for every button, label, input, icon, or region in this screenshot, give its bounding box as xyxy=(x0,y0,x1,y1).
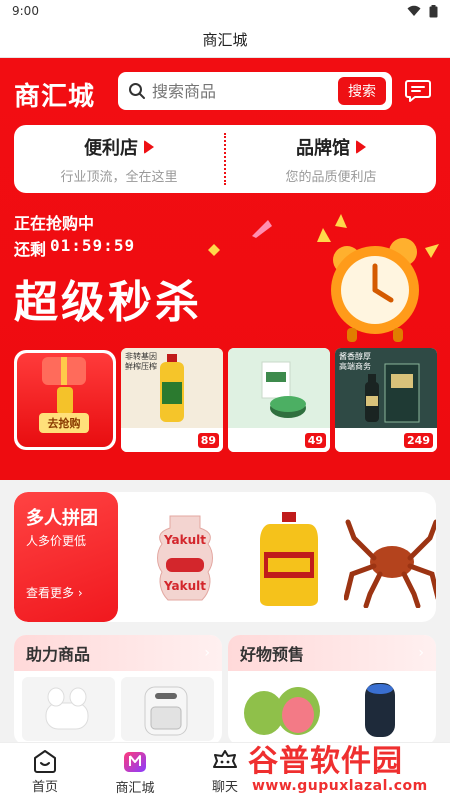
guava-product-thumb[interactable] xyxy=(236,677,329,741)
air-fryer-product-thumb[interactable] xyxy=(121,677,214,741)
section-title: 助力商品 xyxy=(26,645,91,664)
group-buy-title: 多人拼团 xyxy=(26,508,98,529)
wifi-icon xyxy=(407,5,421,16)
earbuds-product-thumb[interactable] xyxy=(22,677,115,741)
tab-label: 聊天 xyxy=(211,779,238,795)
watermark-url: www.gupuxlazal.com xyxy=(252,778,428,794)
play-icon xyxy=(356,139,366,154)
alarm-clock-icon xyxy=(317,214,439,342)
oil-bottle-icon xyxy=(160,354,184,422)
store-entry-card: 便利店 行业顶流，全在这里 品牌馆 您的品质便利店 xyxy=(14,125,436,193)
flash-sale-title: 超级秒杀 xyxy=(14,277,202,328)
svg-text:Yakult: Yakult xyxy=(163,533,206,547)
red-header-zone: 商汇城 搜索 便利店 行业顶流，全在这里 品牌馆 您的品质便利店 正在抢购中 还… xyxy=(0,58,450,480)
chat-icon xyxy=(213,749,237,768)
watermark-text: 谷普软件园 xyxy=(248,744,403,779)
flash-countdown: 还剩 01:59:59 xyxy=(14,236,135,260)
home-icon xyxy=(34,749,56,773)
product-tag: 非转基因 鲜榨压榨 xyxy=(125,352,157,371)
search-icon xyxy=(129,83,145,99)
gift-icon xyxy=(42,357,86,385)
tab-label: 商汇城 xyxy=(115,780,155,796)
product-price: 49 xyxy=(304,432,326,448)
countdown-time: 01:59:59 xyxy=(50,236,136,255)
yakult-product-icon[interactable]: Yakult Yakult xyxy=(142,508,228,608)
play-icon xyxy=(144,139,154,154)
tab-home[interactable]: 首页 xyxy=(0,743,90,800)
assist-products-section[interactable]: 助力商品 › xyxy=(14,635,222,745)
product-price: 249 xyxy=(404,432,433,448)
flash-status: 正在抢购中 xyxy=(14,214,95,233)
store-title: 便利店 xyxy=(84,134,154,160)
convenience-store-entry[interactable]: 便利店 行业顶流，全在这里 xyxy=(14,125,224,193)
store-subtitle: 您的品质便利店 xyxy=(285,169,377,185)
liquor-box-icon xyxy=(365,363,420,423)
battery-icon xyxy=(429,4,438,17)
section-title: 好物预售 xyxy=(240,645,305,664)
guava-icon xyxy=(244,687,320,735)
cosmetic-box-icon xyxy=(261,361,306,418)
status-icons xyxy=(407,4,438,18)
flash-product-card[interactable]: 49 xyxy=(228,348,330,452)
group-buy-card: 多人拼团 人多价更低 查看更多 › Yakult Yakult xyxy=(14,492,436,622)
view-more-link[interactable]: 查看更多 › xyxy=(26,584,83,601)
earbuds-icon xyxy=(45,687,89,730)
store-title-text: 便利店 xyxy=(84,137,138,159)
store-subtitle: 行业顶流，全在这里 xyxy=(60,169,178,185)
store-title-text: 品牌馆 xyxy=(296,137,350,159)
oil-bottle-icon xyxy=(57,387,73,413)
app-title-bar: 商汇城 xyxy=(0,22,450,58)
brand-hall-entry[interactable]: 品牌馆 您的品质便利店 xyxy=(226,125,436,193)
tab-label: 首页 xyxy=(31,779,58,795)
watermark: 谷普软件园 www.gupuxlazal.com xyxy=(248,736,446,796)
mall-icon xyxy=(124,751,146,772)
svg-text:Yakult: Yakult xyxy=(163,579,206,593)
presale-section[interactable]: 好物预售 › xyxy=(228,635,436,745)
sparkle-icon xyxy=(208,244,220,256)
search-bar[interactable]: 搜索 xyxy=(118,72,392,110)
product-price: 89 xyxy=(197,432,219,448)
search-button[interactable]: 搜索 xyxy=(338,77,386,105)
cooking-oil-product-icon[interactable] xyxy=(246,508,332,608)
chevron-right-icon: › xyxy=(418,645,424,661)
go-buy-button[interactable]: 去抢购 xyxy=(39,413,89,433)
status-time: 9:00 xyxy=(12,4,39,18)
group-buy-subtitle: 人多价更低 xyxy=(26,534,87,548)
tab-mall[interactable]: 商汇城 xyxy=(90,743,180,800)
flash-product-card[interactable]: 非转基因 鲜榨压榨 89 xyxy=(121,348,223,452)
air-fryer-icon xyxy=(144,686,188,736)
speaker-product-thumb[interactable] xyxy=(335,677,428,741)
status-bar: 9:00 xyxy=(0,0,450,22)
flash-product-card[interactable]: 酱香醇厚 高端商务 249 xyxy=(335,348,437,452)
message-icon[interactable] xyxy=(405,79,431,103)
search-input[interactable] xyxy=(152,81,338,101)
store-title: 品牌馆 xyxy=(296,134,366,160)
countdown-label: 还剩 xyxy=(14,240,47,259)
app-logo: 商汇城 xyxy=(14,82,96,112)
group-buy-banner[interactable]: 多人拼团 人多价更低 查看更多 › xyxy=(14,492,118,622)
chevron-right-icon: › xyxy=(204,645,210,661)
flash-go-card[interactable]: 去抢购 xyxy=(14,350,116,450)
crab-product-icon[interactable] xyxy=(344,508,436,608)
speaker-icon xyxy=(365,683,395,737)
sparkle-icon xyxy=(252,220,272,238)
